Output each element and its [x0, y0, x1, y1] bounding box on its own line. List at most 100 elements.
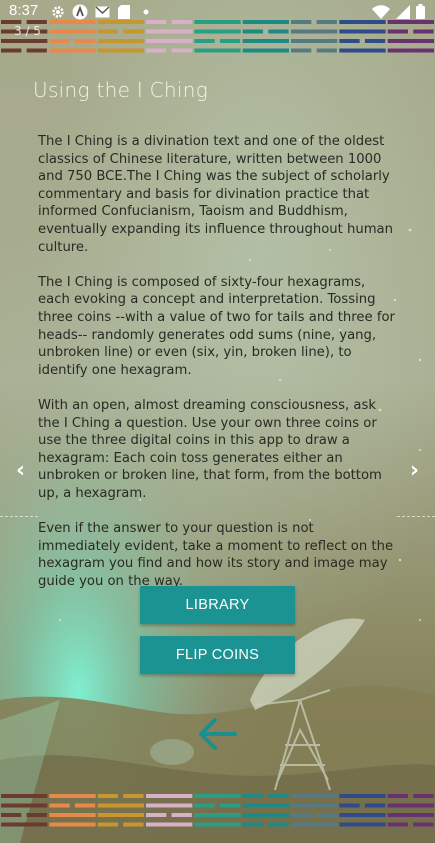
paragraph: Even if the answer to your question is n…: [38, 521, 394, 589]
stripe-segment: [194, 48, 241, 53]
stripe-segment: [291, 803, 338, 808]
page-title: Using the I Ching: [33, 78, 209, 102]
stripe-segment: [146, 822, 193, 827]
stripe-segment: [268, 29, 289, 34]
stripe-segment: [242, 39, 289, 43]
stripe-segment: [339, 20, 386, 24]
stripe-segment: [387, 20, 434, 24]
stripe-segment: [1, 794, 48, 798]
stripe-segment: [49, 20, 96, 24]
stripe-segment: [413, 794, 434, 798]
stripe-segment: [242, 803, 289, 808]
stripe-segment: [268, 822, 289, 827]
stripe-segment: [171, 813, 192, 817]
stripe-segment: [194, 20, 241, 24]
stripe-segment: [339, 29, 386, 34]
stripe-segment: [194, 794, 241, 798]
stripe-segment: [268, 794, 289, 798]
stripe-segment: [97, 803, 144, 808]
stripe-segment: [242, 794, 263, 798]
stripe-segment: [1, 48, 22, 53]
stripe-segment: [316, 813, 337, 817]
stripe-segment: [339, 794, 386, 798]
stripe-segment: [291, 822, 338, 827]
stripe-segment: [387, 29, 408, 34]
right-divider: [397, 516, 435, 517]
stripe-segment: [146, 803, 193, 808]
stripe-segment: [364, 39, 386, 43]
stripe-segment: [413, 29, 434, 34]
stripe-segment: [1, 813, 22, 817]
stripe-segment: [387, 48, 434, 53]
stripe-segment: [97, 813, 144, 817]
stripe-segment: [242, 822, 263, 827]
stripe-segment: [364, 803, 386, 808]
stripe-segment: [49, 39, 70, 43]
stripe-segment: [291, 39, 338, 43]
stripe-segment: [97, 39, 144, 43]
stripe-segment: [171, 48, 192, 53]
stripe-segment: [242, 29, 263, 34]
stripe-segment: [387, 794, 408, 798]
stripe-segment: [291, 794, 338, 798]
content-text: The I Ching is a divination text and one…: [38, 133, 398, 608]
stripe-segment: [242, 48, 289, 53]
stripe-segment: [194, 39, 215, 43]
stripe-segment: [339, 48, 386, 53]
stripe-segment: [49, 803, 70, 808]
next-page-arrow[interactable]: ›: [410, 458, 419, 483]
left-divider: [0, 516, 38, 517]
stripe-segment: [74, 39, 96, 43]
stripe-segment: [194, 29, 241, 34]
stripe-segment: [146, 29, 193, 34]
stripe-segment: [146, 48, 167, 53]
stripe-segment: [387, 39, 434, 43]
stripe-segment: [97, 29, 118, 34]
stripe-segment: [219, 803, 241, 808]
stripe-segment: [1, 803, 48, 808]
stripe-segment: [123, 794, 144, 798]
stripe-segment: [49, 822, 96, 827]
stripe-segment: [387, 813, 434, 817]
stripe-segment: [194, 803, 215, 808]
stripe-segment: [74, 803, 96, 808]
flip-coins-button[interactable]: FLIP COINS: [140, 636, 295, 674]
library-button[interactable]: LIBRARY: [140, 586, 295, 624]
stripe-segment: [413, 822, 434, 827]
stripe-segment: [291, 29, 338, 34]
back-arrow-icon[interactable]: [197, 716, 237, 752]
stripe-segment: [49, 48, 96, 53]
stripe-segment: [123, 822, 144, 827]
prev-page-arrow[interactable]: ‹: [16, 458, 25, 483]
stripe-segment: [316, 20, 337, 24]
stripe-segment: [26, 48, 47, 53]
stripe-segment: [26, 813, 47, 817]
stripe-segment: [339, 803, 360, 808]
stripe-segment: [49, 794, 96, 798]
stripe-segment: [387, 803, 434, 808]
stripe-segment: [171, 20, 192, 24]
stripe-segment: [242, 813, 289, 817]
stripe-segment: [49, 29, 96, 34]
paragraph: With an open, almost dreaming consciousn…: [38, 397, 382, 501]
stripe-segment: [97, 20, 144, 24]
stripe-segment: [219, 39, 241, 43]
page-counter: 3 / 5: [14, 24, 41, 38]
stripe-segment: [146, 813, 167, 817]
stripe-segment: [1, 39, 48, 43]
stripe-segment: [146, 39, 193, 43]
stripe-segment: [123, 29, 144, 34]
paragraph: The I Ching is a divination text and one…: [38, 134, 393, 255]
top-hexagram-stripes: [1, 20, 434, 53]
paragraph: The I Ching is composed of sixty-four he…: [38, 274, 395, 378]
stripe-segment: [194, 822, 241, 827]
stripe-segment: [146, 20, 167, 24]
stripe-segment: [339, 822, 386, 827]
stripe-segment: [97, 794, 118, 798]
stripe-segment: [339, 39, 360, 43]
stripe-segment: [291, 813, 312, 817]
status-time: 8:37: [9, 2, 39, 19]
stripe-segment: [291, 48, 312, 53]
stripe-segment: [97, 822, 118, 827]
stripe-segment: [291, 20, 312, 24]
